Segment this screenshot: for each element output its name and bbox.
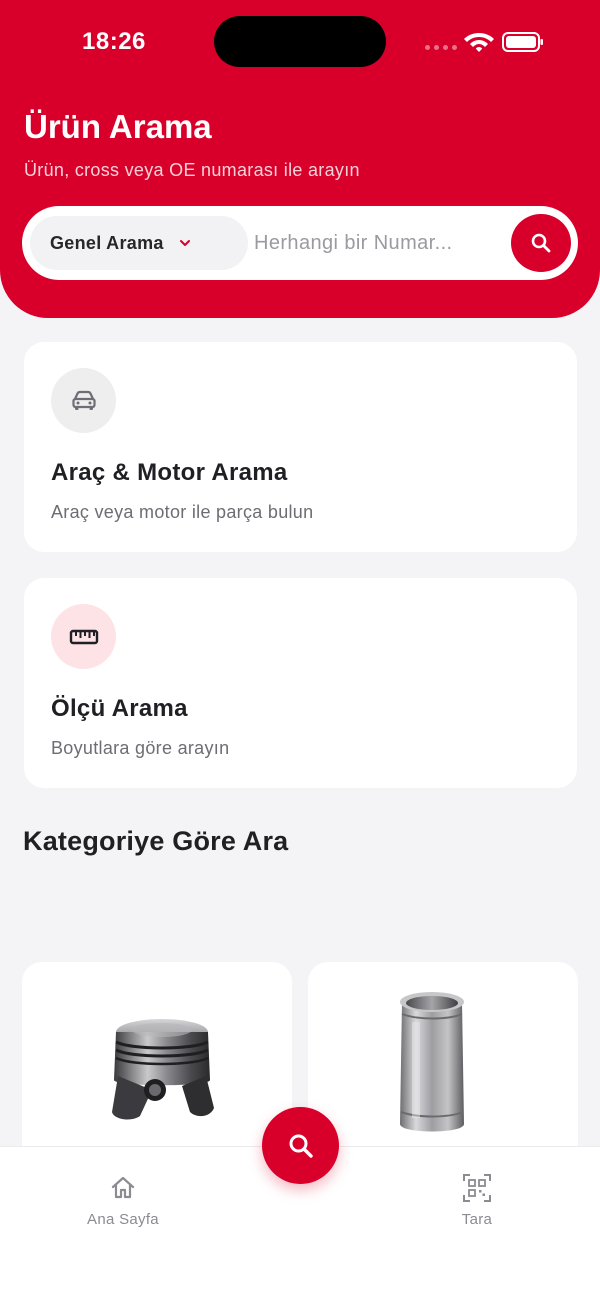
page-subtitle: Ürün, cross veya OE numarası ile arayın	[24, 160, 360, 180]
status-bar: 18:26	[0, 0, 600, 84]
page-title: Ürün Arama	[24, 108, 212, 145]
search-button[interactable]	[511, 214, 571, 272]
search-icon	[531, 233, 551, 253]
cellular-signal-icon	[425, 45, 457, 50]
card-description: Araç veya motor ile parça bulun	[51, 502, 314, 522]
search-type-dropdown[interactable]: Genel Arama	[30, 216, 248, 270]
fab-search-button[interactable]	[262, 1107, 339, 1184]
dynamic-island	[214, 16, 386, 67]
status-time: 18:26	[82, 28, 146, 55]
search-input[interactable]	[254, 218, 522, 268]
home-icon	[108, 1173, 138, 1203]
car-icon	[71, 390, 96, 410]
tab-home-label: Ana Sayfa	[87, 1211, 159, 1228]
tab-scan-label: Tara	[461, 1211, 493, 1228]
card-icon-container	[51, 604, 116, 669]
search-type-label: Genel Arama	[50, 232, 164, 253]
card-icon-container	[51, 368, 116, 433]
header: 18:26 Ürün Arama Ürün, cross veya OE num…	[0, 0, 600, 318]
category-card-cylinder-liner[interactable]	[308, 962, 578, 1162]
search-icon	[289, 1134, 313, 1158]
qr-scan-icon	[462, 1173, 492, 1203]
cylinder-liner-image	[400, 992, 464, 1132]
vehicle-engine-search-card[interactable]: Araç & Motor Arama Araç veya motor ile p…	[24, 342, 577, 552]
measurement-search-card[interactable]: Ölçü Arama Boyutlara göre arayın	[24, 578, 577, 788]
ruler-icon	[69, 629, 98, 644]
card-title: Araç & Motor Arama	[51, 459, 288, 486]
category-card-piston[interactable]	[22, 962, 292, 1162]
category-section-title: Kategoriye Göre Ara	[23, 826, 289, 856]
card-description: Boyutlara göre arayın	[51, 738, 230, 758]
wifi-icon	[464, 33, 494, 52]
chevron-down-icon	[178, 236, 192, 250]
card-title: Ölçü Arama	[51, 695, 188, 722]
battery-icon	[502, 32, 543, 52]
tab-home[interactable]: Ana Sayfa	[63, 1173, 183, 1228]
piston-image	[112, 1019, 214, 1120]
tab-scan[interactable]: Tara	[417, 1173, 537, 1228]
search-bar: Genel Arama	[22, 206, 578, 280]
